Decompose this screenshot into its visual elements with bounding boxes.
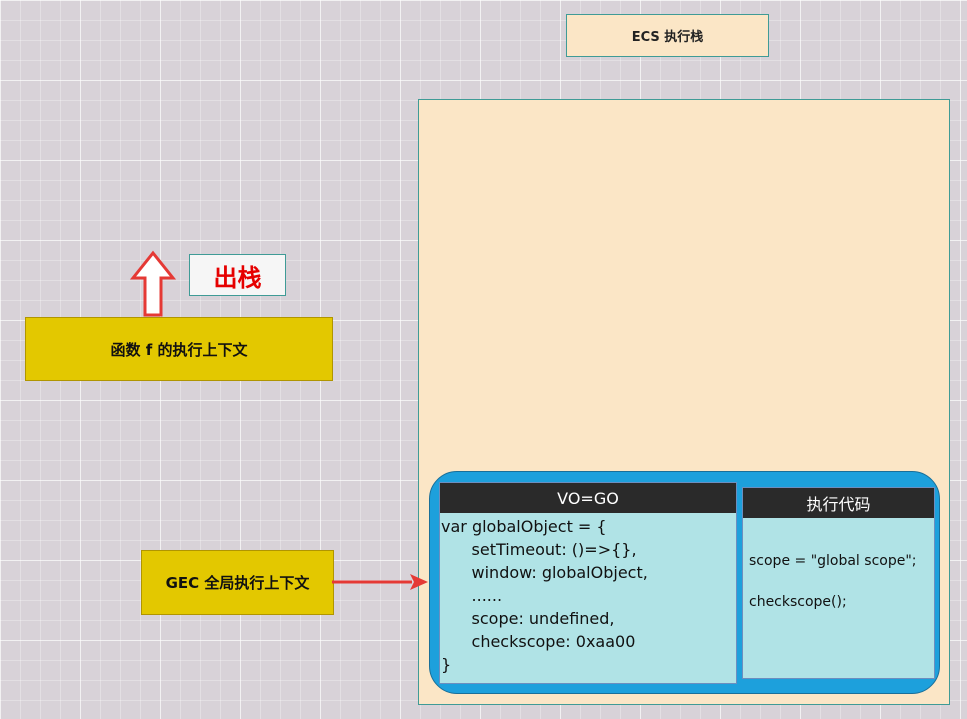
gec-label-box: GEC 全局执行上下文 — [141, 550, 334, 615]
exec-code-header-text: 执行代码 — [806, 495, 871, 514]
push-arrow-icon — [332, 574, 428, 590]
exec-code-header: 执行代码 — [743, 488, 934, 518]
vo-header-text: VO=GO — [557, 488, 619, 508]
function-f-context: 函数 f 的执行上下文 — [25, 317, 333, 381]
exec-code-line-call: checkscope(); — [749, 594, 847, 610]
gec-label-text: GEC 全局执行上下文 — [165, 574, 310, 592]
ecs-title: ECS 执行栈 — [566, 14, 769, 57]
ecs-title-text: ECS 执行栈 — [631, 30, 704, 45]
vo-code-block: var globalObject = { setTimeout: ()=>{},… — [441, 517, 648, 674]
pop-label: 出栈 — [189, 254, 286, 296]
pop-arrow-icon — [130, 250, 176, 317]
pop-label-text: 出栈 — [213, 263, 262, 292]
exec-code-line-scope: scope = "global scope"; — [749, 553, 917, 569]
function-f-context-text: 函数 f 的执行上下文 — [110, 340, 248, 359]
vo-header: VO=GO — [440, 483, 736, 513]
